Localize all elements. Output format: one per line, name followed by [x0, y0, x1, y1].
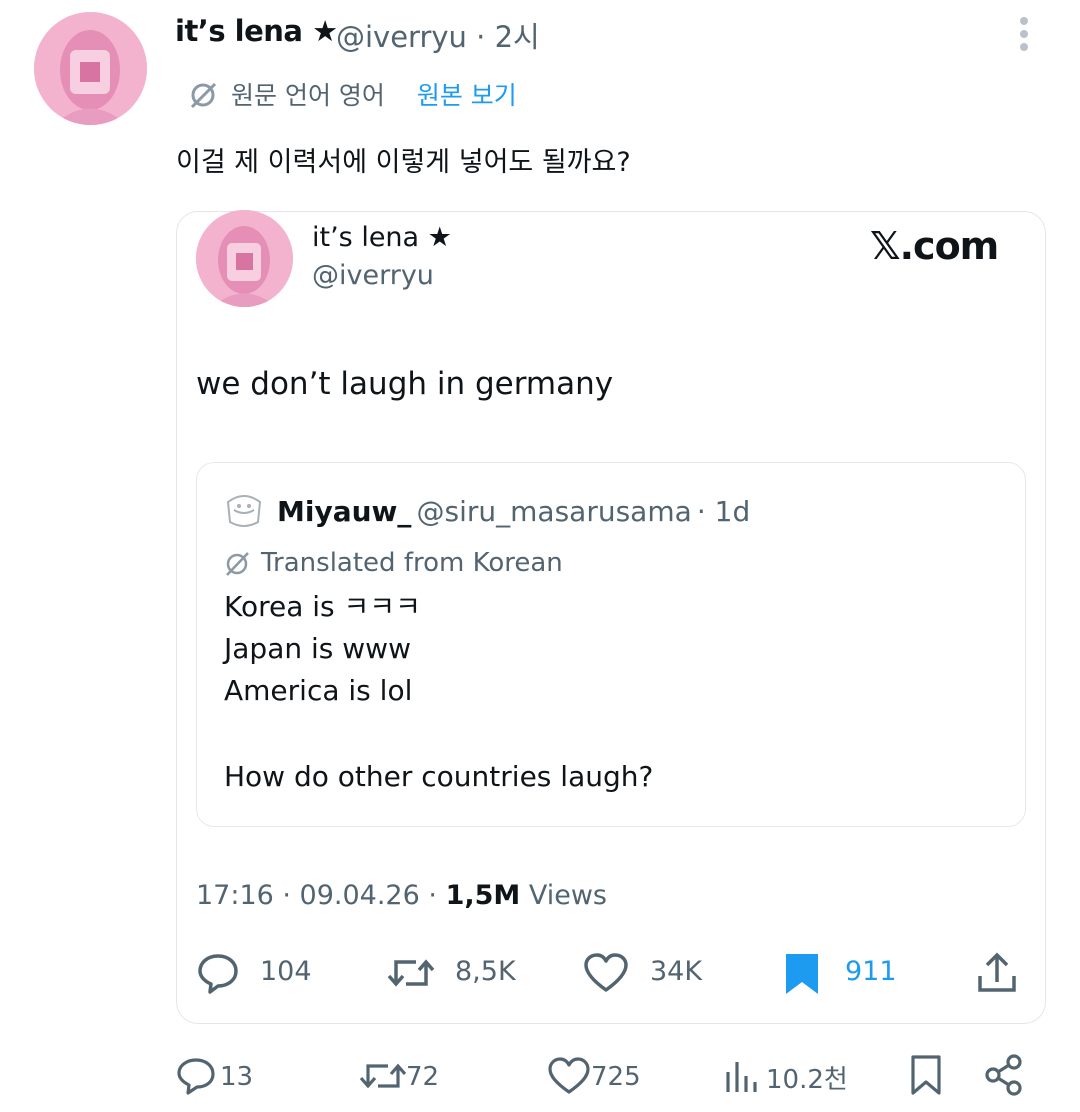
reply-icon[interactable] [176, 1056, 220, 1096]
show-original-link[interactable]: 원본 보기 [417, 81, 517, 110]
card-retweet-count: 8,5K [455, 956, 516, 987]
card-like-icon [582, 952, 630, 994]
card-display-name: it’s lena ★ [312, 222, 452, 253]
repost-count[interactable]: 72 [406, 1062, 439, 1092]
translation-note: 원문 언어 영어 [231, 81, 385, 110]
quoted-avatar-icon [222, 492, 266, 532]
author-display-name[interactable]: it’s lena ★ [175, 14, 338, 48]
card-views-label: Views [528, 880, 607, 911]
tweet-time[interactable]: 2시 [495, 20, 540, 54]
card-timestamp: 17:16 · 09.04.26 · [196, 880, 437, 911]
card-bookmark-icon [784, 952, 820, 996]
quoted-handle: @siru_masarusama [416, 495, 692, 528]
separator-dot: · [476, 20, 486, 54]
card-retweet-icon [386, 952, 436, 994]
card-bookmark-count: 911 [845, 956, 897, 987]
quoted-time: · 1d [696, 495, 751, 528]
translate-icon [188, 80, 218, 110]
quoted-display-name: Miyauw_ [277, 495, 412, 528]
quoted-translate-icon [222, 550, 252, 578]
author-avatar[interactable] [34, 12, 147, 125]
author-handle[interactable]: @iverryu [336, 20, 467, 54]
quoted-line: Korea is ㅋㅋㅋ [224, 590, 421, 623]
card-like-count: 34K [650, 956, 703, 987]
card-tweet-text: we don’t laugh in germany [196, 366, 614, 402]
quoted-line: How do other countries laugh? [224, 760, 654, 793]
card-reply-icon [196, 952, 240, 994]
card-share-icon [976, 952, 1018, 994]
reply-count[interactable]: 13 [220, 1062, 253, 1092]
quoted-line: Japan is www [224, 632, 411, 665]
like-icon[interactable] [546, 1056, 592, 1096]
more-options-icon[interactable] [1012, 16, 1036, 54]
quoted-translation-note: Translated from Korean [261, 548, 563, 578]
card-views-count: 1,5M [445, 880, 521, 911]
bookmark-icon[interactable] [910, 1054, 942, 1096]
brand-logo: 𝕏.com [870, 224, 999, 268]
share-icon[interactable] [984, 1054, 1024, 1096]
card-author-avatar [196, 210, 293, 307]
like-count[interactable]: 725 [591, 1062, 641, 1092]
tweet-text: 이걸 제 이력서에 이렇게 넣어도 될까요? [176, 147, 631, 178]
quoted-line: America is lol [224, 674, 413, 707]
card-handle: @iverryu [312, 260, 434, 291]
views-icon[interactable] [724, 1058, 760, 1094]
card-reply-count: 104 [260, 956, 312, 987]
views-count[interactable]: 10.2천 [766, 1059, 848, 1096]
repost-icon[interactable] [358, 1056, 408, 1096]
